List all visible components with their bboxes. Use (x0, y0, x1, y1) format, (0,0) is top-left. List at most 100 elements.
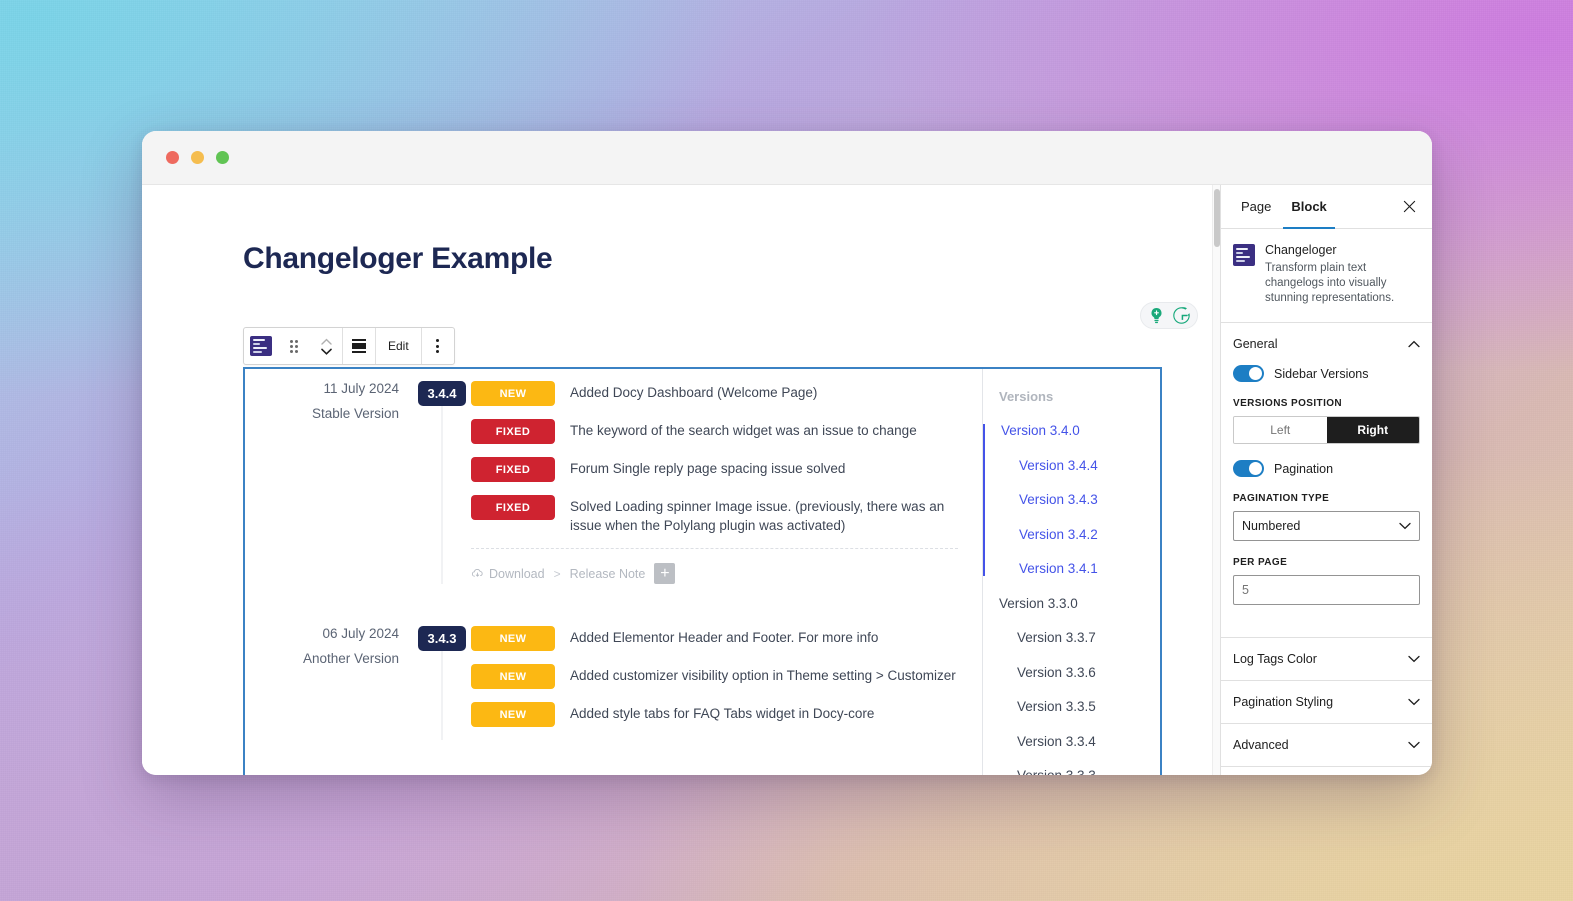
maximize-window-button[interactable] (216, 151, 229, 164)
toolbar-group-options (422, 328, 454, 364)
block-info-card: Changeloger Transform plain text changel… (1221, 229, 1432, 323)
per-page-label: PER PAGE (1233, 557, 1288, 568)
editor-canvas[interactable]: Changeloger Example Edit 11 July 2024 St… (142, 185, 1220, 775)
changelog-entry: 06 July 2024 Another Version 3.4.3 NEW A… (245, 626, 982, 740)
item-text: Added style tabs for FAQ Tabs widget in … (570, 706, 875, 721)
version-list-item[interactable]: Version 3.3.7 (999, 631, 1160, 645)
panel-scrollbar[interactable] (1212, 185, 1220, 775)
block-type-button[interactable] (244, 328, 278, 364)
tag-badge: FIXED (471, 457, 555, 482)
browser-window: Changeloger Example Edit 11 July 2024 St… (142, 131, 1432, 775)
tag-badge: FIXED (471, 419, 555, 444)
changelog-item: FIXED Solved Loading spinner Image issue… (471, 495, 958, 535)
close-icon (1403, 200, 1415, 213)
toolbar-group-block (244, 328, 343, 364)
lightbulb-plus-icon[interactable] (1147, 306, 1166, 325)
drag-handle-icon[interactable] (278, 328, 310, 364)
changelog-item: FIXED The keyword of the search widget w… (471, 419, 958, 444)
toolbar-group-align (343, 328, 376, 364)
block-name: Changeloger (1265, 243, 1337, 257)
align-icon (352, 339, 366, 353)
versions-list: Version 3.4.0 Version 3.4.4 Version 3.4.… (983, 424, 1160, 775)
per-page-input[interactable]: 5 (1233, 575, 1420, 605)
grammarly-g-icon[interactable] (1172, 306, 1191, 325)
tag-badge: FIXED (471, 495, 555, 520)
chevron-down-icon (1408, 693, 1420, 711)
tag-badge: NEW (471, 664, 555, 689)
tab-block[interactable]: Block (1281, 185, 1336, 229)
version-badge: 3.4.4 (417, 381, 467, 406)
versions-sidebar: Versions Version 3.4.0 Version 3.4.4 Ver… (982, 369, 1160, 775)
download-link[interactable]: Download (471, 567, 545, 581)
pagination-type-select[interactable]: Numbered (1233, 511, 1420, 541)
sidebar-versions-label: Sidebar Versions (1274, 366, 1369, 381)
entry-footer: Download > Release Note + (471, 548, 958, 584)
version-list-item[interactable]: Version 3.4.4 (1001, 458, 1160, 473)
version-list-item[interactable]: Version 3.4.2 (1001, 527, 1160, 542)
versions-position-label: VERSIONS POSITION (1233, 398, 1343, 409)
section-pagination-styling: Pagination Styling (1221, 681, 1432, 724)
sidebar-versions-row: Sidebar Versions (1233, 365, 1420, 382)
versions-position-right[interactable]: Right (1326, 417, 1419, 443)
version-list-item[interactable]: Version 3.3.6 (999, 665, 1160, 680)
changeloger-block[interactable]: 11 July 2024 Stable Version 3.4.4 NEW Ad… (243, 367, 1162, 775)
release-note-link[interactable]: Release Note (570, 567, 646, 581)
changelog-item: NEW Added style tabs for FAQ Tabs widget… (471, 702, 958, 727)
pagination-row: Pagination (1233, 460, 1420, 477)
chevron-down-icon[interactable] (320, 348, 332, 355)
tag-badge: NEW (471, 702, 555, 727)
changelog-item: FIXED Forum Single reply page spacing is… (471, 457, 958, 482)
item-text: Solved Loading spinner Image issue. (pre… (570, 499, 945, 533)
add-item-button[interactable]: + (654, 563, 676, 584)
chevron-down-icon (1399, 522, 1411, 530)
version-list-item[interactable]: Version 3.4.3 (1001, 493, 1160, 507)
versions-position-segmented: Left Right (1233, 416, 1420, 444)
edit-button[interactable]: Edit (376, 328, 421, 364)
entry-subtitle: Stable Version (311, 406, 399, 421)
block-toolbar[interactable]: Edit (243, 327, 455, 365)
section-general-title: General (1233, 337, 1278, 351)
desktop-background: Changeloger Example Edit 11 July 2024 St… (0, 0, 1573, 901)
item-text: The keyword of the search widget was an … (570, 423, 917, 438)
section-pagination-styling-header[interactable]: Pagination Styling (1221, 681, 1432, 723)
block-description: Transform plain text changelogs into vis… (1265, 262, 1395, 304)
kebab-menu-icon (436, 339, 440, 353)
entry-items: NEW Added Docy Dashboard (Welcome Page) … (471, 381, 982, 584)
version-list-item[interactable]: Version 3.3.4 (999, 734, 1160, 749)
minimize-window-button[interactable] (191, 151, 204, 164)
section-general-header[interactable]: General (1221, 323, 1432, 365)
chevron-up-icon (1408, 335, 1420, 353)
version-list-item[interactable]: Version 3.3.0 (999, 596, 1160, 611)
versions-position-left[interactable]: Left (1234, 417, 1327, 443)
move-block-buttons[interactable] (310, 328, 342, 364)
version-list-item[interactable]: Version 3.3.5 (999, 700, 1160, 714)
chevron-up-icon[interactable] (320, 338, 332, 345)
pagination-toggle[interactable] (1233, 460, 1264, 477)
footer-separator: > (553, 566, 561, 581)
section-log-tags-color-header[interactable]: Log Tags Color (1221, 638, 1432, 680)
pagination-type-value: Numbered (1242, 519, 1301, 533)
panel-scrollbar-thumb[interactable] (1214, 189, 1220, 247)
tab-page[interactable]: Page (1231, 185, 1281, 228)
sidebar-versions-toggle[interactable] (1233, 365, 1264, 382)
more-options-button[interactable] (422, 328, 454, 364)
align-button[interactable] (343, 328, 375, 364)
entry-meta: 06 July 2024 Another Version (245, 626, 413, 740)
page-title[interactable]: Changeloger Example (243, 242, 553, 276)
close-window-button[interactable] (166, 151, 179, 164)
close-panel-button[interactable] (1396, 194, 1422, 220)
versions-active-group: Version 3.4.0 Version 3.4.4 Version 3.4.… (983, 424, 1160, 576)
chevron-down-icon (1408, 736, 1420, 754)
entry-date: 11 July 2024 (323, 381, 399, 396)
item-text: Forum Single reply page spacing issue so… (570, 461, 846, 476)
chevron-down-icon (1408, 650, 1420, 668)
version-list-item[interactable]: Version 3.4.0 (1001, 424, 1160, 438)
version-list-item[interactable]: Version 3.4.1 (1001, 562, 1160, 576)
section-advanced-header[interactable]: Advanced (1221, 724, 1432, 766)
section-log-tags-color: Log Tags Color (1221, 638, 1432, 681)
version-badge: 3.4.3 (417, 626, 467, 651)
version-list-item[interactable]: Version 3.3.3 (999, 769, 1160, 775)
item-text: Added Elementor Header and Footer. For m… (570, 630, 879, 645)
entry-version-rail: 3.4.3 (413, 626, 471, 740)
section-advanced: Advanced (1221, 724, 1432, 767)
